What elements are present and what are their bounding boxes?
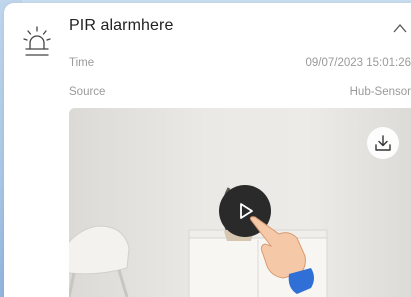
video-thumbnail[interactable]	[69, 108, 411, 297]
alarm-light-icon	[23, 26, 51, 56]
event-title: PIR alarmhere	[69, 17, 174, 34]
source-label: Source	[69, 86, 106, 98]
time-label: Time	[69, 57, 95, 69]
alarm-event-card: PIR alarmhere Time 09/07/2023 15:01:26 S…	[4, 3, 411, 297]
chevron-up-icon[interactable]	[393, 23, 407, 33]
time-value: 09/07/2023 15:01:26	[305, 57, 411, 69]
source-value: Hub-Sensor	[349, 86, 411, 98]
download-icon	[375, 135, 391, 151]
tap-hand-icon	[250, 216, 314, 294]
download-button[interactable]	[367, 127, 399, 159]
